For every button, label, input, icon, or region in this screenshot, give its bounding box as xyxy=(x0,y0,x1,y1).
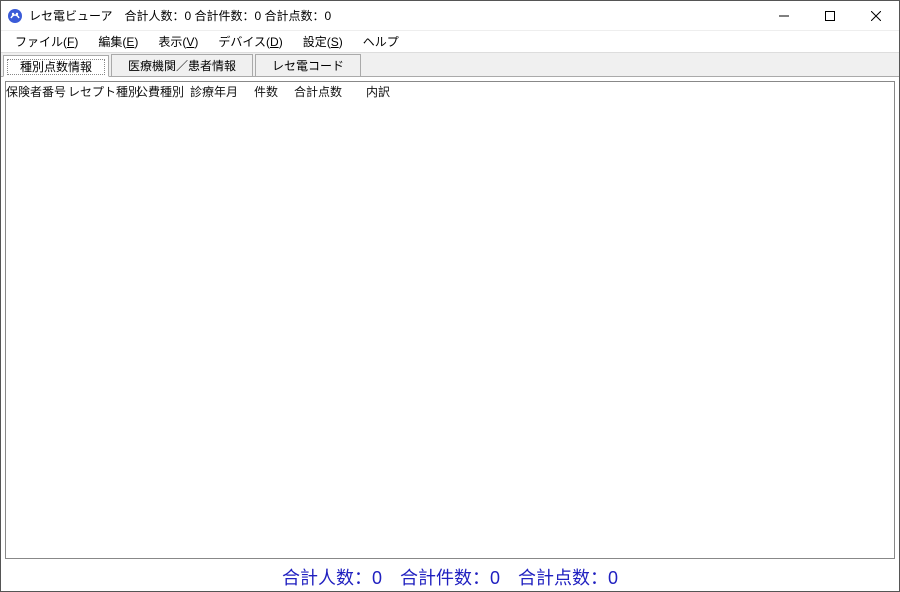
app-icon xyxy=(7,8,23,24)
menu-edit[interactable]: 編集(E) xyxy=(88,31,148,52)
tab-receden-code[interactable]: レセ電コード xyxy=(255,54,361,76)
close-button[interactable] xyxy=(853,1,899,30)
col-total-points[interactable]: 合計点数 xyxy=(288,82,348,100)
col-public-expense[interactable]: 公費種別 xyxy=(136,82,190,100)
col-receipt-type[interactable]: レセプト種別 xyxy=(68,82,136,100)
col-count[interactable]: 件数 xyxy=(244,82,288,100)
status-total-count: 合計件数：0 xyxy=(400,564,500,590)
grid-header-row: 保険者番号 レセプト種別 公費種別 診療年月 件数 合計点数 内訳 xyxy=(6,82,894,100)
titlebar: レセ電ビューア 合計人数：0 合計件数：0 合計点数：0 xyxy=(1,1,899,31)
data-grid[interactable]: 保険者番号 レセプト種別 公費種別 診療年月 件数 合計点数 内訳 xyxy=(5,81,895,559)
status-total-points: 合計点数：0 xyxy=(518,564,618,590)
menu-device[interactable]: デバイス(D) xyxy=(208,31,292,52)
tab-type-points[interactable]: 種別点数情報 xyxy=(3,55,109,77)
menubar: ファイル(F) 編集(E) 表示(V) デバイス(D) 設定(S) ヘルプ xyxy=(1,31,899,53)
statusbar: 合計人数：0 合計件数：0 合計点数：0 xyxy=(1,563,899,591)
col-breakdown[interactable]: 内訳 xyxy=(348,82,408,100)
menu-file[interactable]: ファイル(F) xyxy=(5,31,88,52)
minimize-button[interactable] xyxy=(761,1,807,30)
content-area: 保険者番号 レセプト種別 公費種別 診療年月 件数 合計点数 内訳 xyxy=(1,77,899,563)
col-insurer-number[interactable]: 保険者番号 xyxy=(6,82,68,100)
window-title: レセ電ビューア 合計人数：0 合計件数：0 合計点数：0 xyxy=(29,7,331,24)
window-controls xyxy=(761,1,899,30)
col-treatment-ym[interactable]: 診療年月 xyxy=(190,82,244,100)
grid-body[interactable] xyxy=(6,100,894,558)
menu-help[interactable]: ヘルプ xyxy=(353,31,409,52)
status-total-people: 合計人数：0 xyxy=(282,564,382,590)
maximize-button[interactable] xyxy=(807,1,853,30)
menu-setting[interactable]: 設定(S) xyxy=(293,31,353,52)
tab-institution-patient[interactable]: 医療機関／患者情報 xyxy=(111,54,253,76)
tabstrip: 種別点数情報 医療機関／患者情報 レセ電コード xyxy=(1,53,899,77)
menu-view[interactable]: 表示(V) xyxy=(148,31,208,52)
